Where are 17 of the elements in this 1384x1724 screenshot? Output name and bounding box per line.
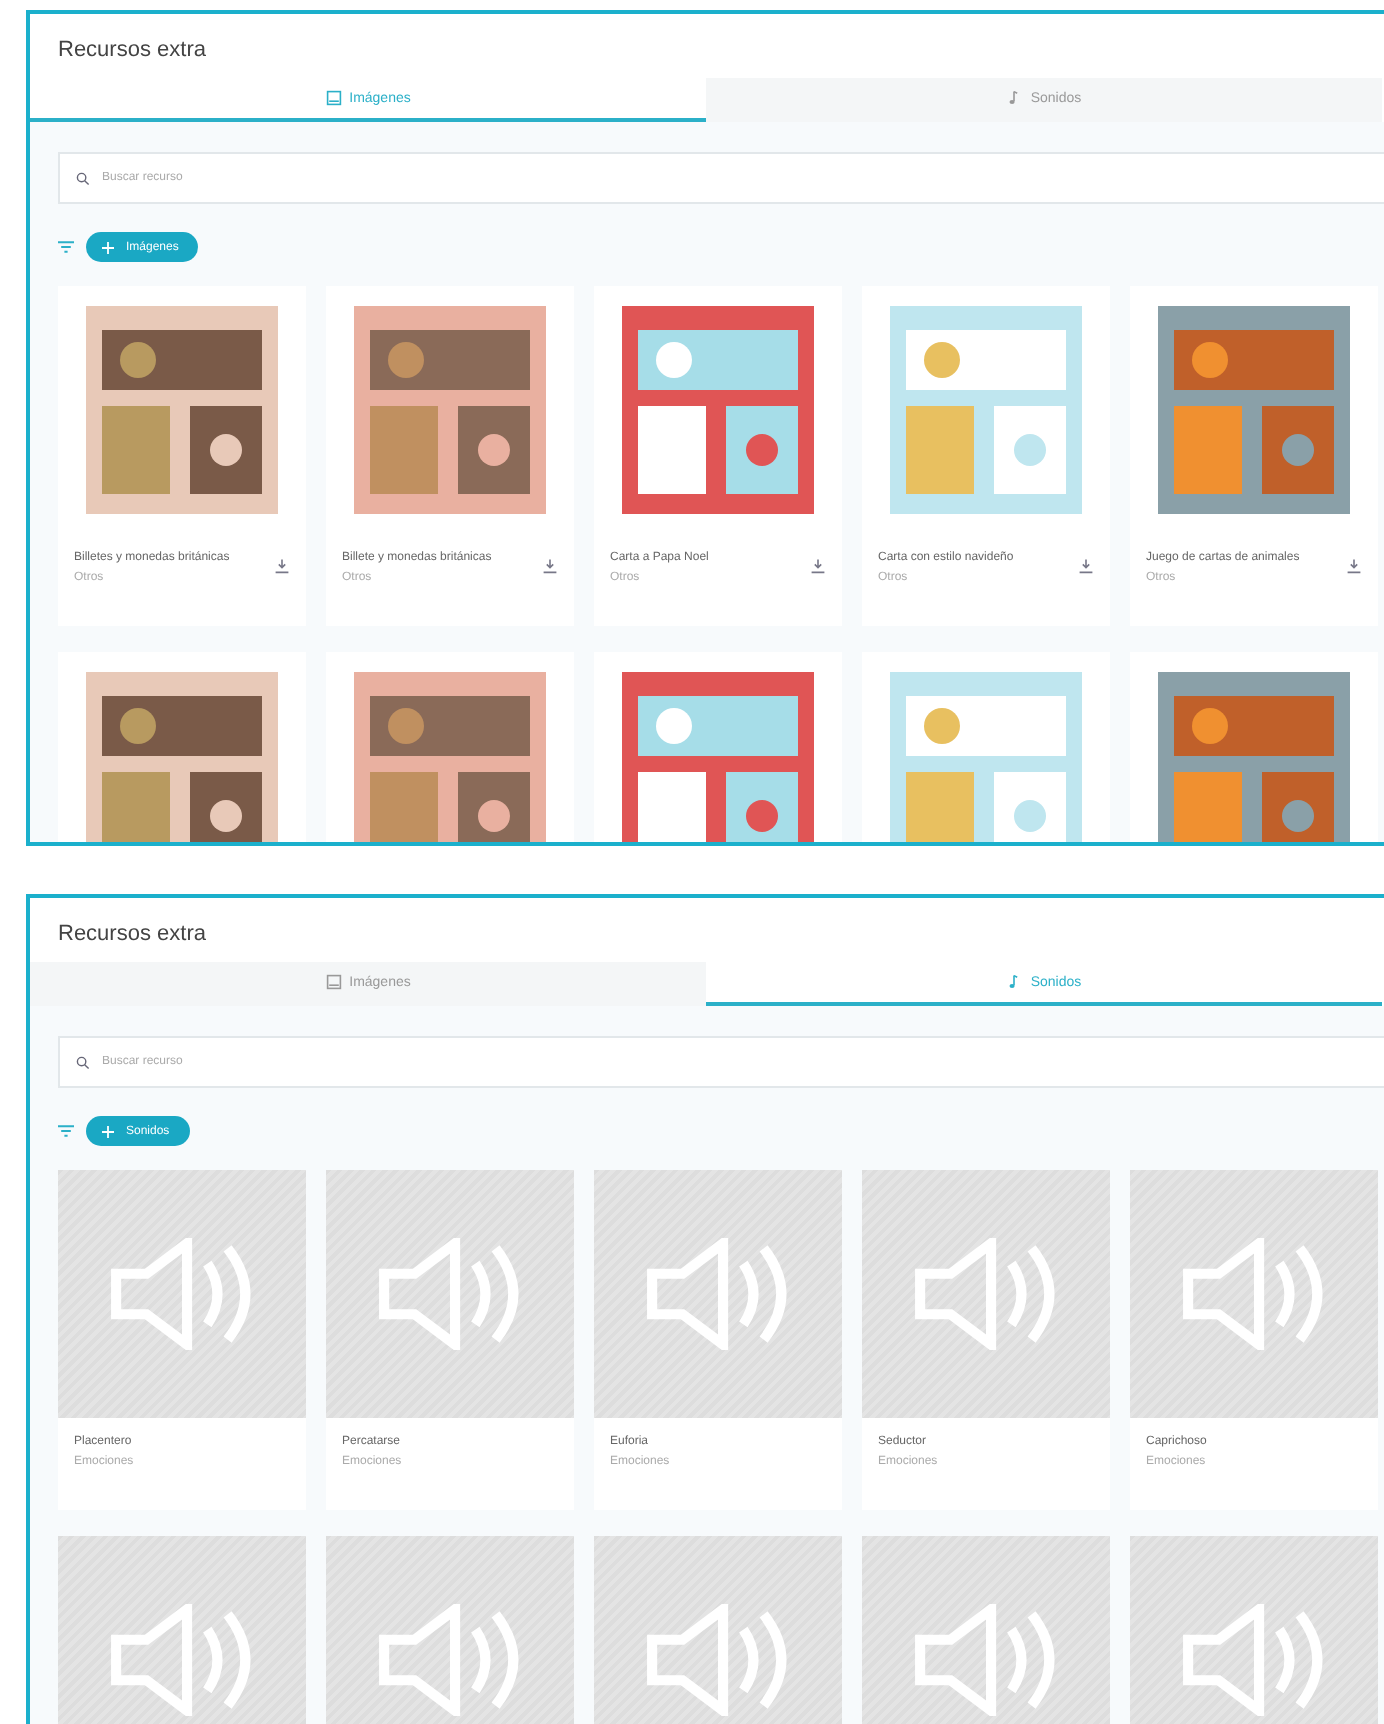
music-note-icon — [1006, 90, 1023, 106]
download-icon[interactable] — [542, 558, 558, 574]
filter-icon[interactable] — [58, 240, 74, 254]
panel-title: Recursos extra — [30, 14, 1384, 78]
plus-icon — [102, 241, 114, 253]
download-icon[interactable] — [274, 558, 290, 574]
search-icon — [76, 172, 90, 186]
download-icon[interactable] — [1078, 558, 1094, 574]
download-icon[interactable] — [1346, 558, 1362, 574]
panel-title: Recursos extra — [30, 898, 1384, 962]
search-icon — [76, 1056, 90, 1070]
image-icon — [325, 974, 342, 990]
image-icon — [325, 90, 342, 106]
music-note-icon — [1006, 974, 1023, 990]
filter-icon[interactable] — [58, 1124, 74, 1138]
download-icon[interactable] — [810, 558, 826, 574]
plus-icon — [102, 1125, 114, 1137]
